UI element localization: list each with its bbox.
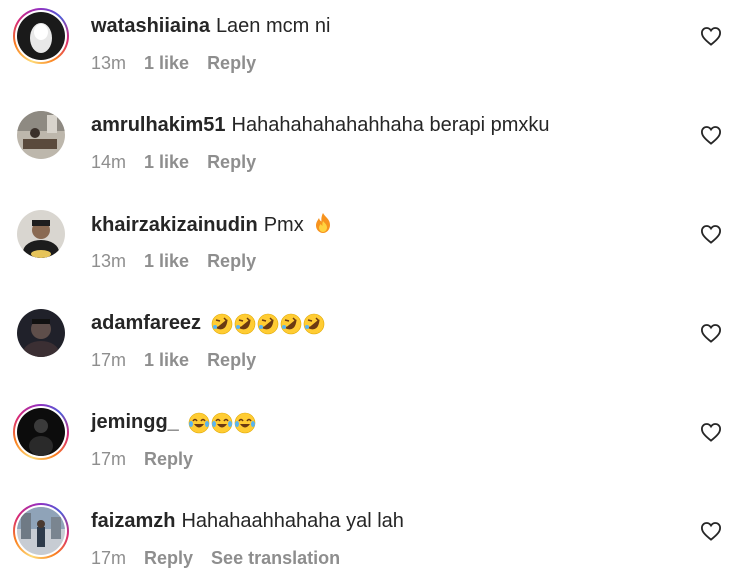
- comment-time: 17m: [91, 350, 127, 370]
- reply-button[interactable]: Reply: [207, 251, 256, 271]
- rofl-emoji-icon: [211, 313, 232, 335]
- comment-item: khairzakizainudin Pmx 13m 1 like Reply: [0, 198, 732, 297]
- heart-icon[interactable]: [700, 521, 722, 541]
- comment-username[interactable]: faizamzh: [91, 510, 175, 532]
- rofl-emoji-group: [211, 313, 325, 335]
- fire-emoji-icon: [316, 213, 331, 233]
- comment-meta: 13m 1 like Reply: [91, 250, 274, 272]
- avatar-story-ring[interactable]: [13, 503, 69, 559]
- see-translation-link[interactable]: See translation: [211, 548, 340, 568]
- comment-username[interactable]: amrulhakim51: [91, 114, 226, 136]
- rofl-emoji-icon: [303, 313, 324, 335]
- avatar-story-ring[interactable]: [13, 8, 69, 64]
- comment-time: 13m: [91, 251, 127, 271]
- heart-icon[interactable]: [700, 422, 722, 442]
- likes-count[interactable]: 1 like: [144, 350, 189, 370]
- comment-item: adamfareez 17m 1 like Reply: [0, 297, 732, 396]
- joy-emoji-group: [188, 412, 256, 434]
- heart-icon[interactable]: [700, 125, 722, 145]
- comment-text-line: adamfareez: [91, 311, 325, 335]
- reply-button[interactable]: Reply: [207, 350, 256, 370]
- likes-count[interactable]: 1 like: [144, 152, 189, 172]
- avatar: [17, 12, 65, 60]
- comment-username[interactable]: adamfareez: [91, 312, 201, 334]
- comment-meta: 14m 1 like Reply: [91, 151, 274, 173]
- avatar-story-ring[interactable]: [13, 404, 69, 460]
- comment-text-line: amrulhakim51 Hahahahahahahhaha berapi pmx…: [91, 113, 550, 137]
- joy-emoji-icon: [235, 412, 256, 434]
- comment-body: Hahahahahahahhaha berapi pmxku: [231, 114, 550, 136]
- likes-count[interactable]: 1 like: [144, 251, 189, 271]
- rofl-emoji-icon: [257, 313, 278, 335]
- comment-body: Pmx: [263, 214, 304, 236]
- comment-body: Laen mcm ni: [215, 15, 331, 37]
- comment-time: 17m: [91, 449, 127, 469]
- comment-username[interactable]: jemingg_: [91, 411, 179, 433]
- comment-item: watashiiaina Laen mcm ni 13m 1 like Reply: [0, 0, 732, 99]
- heart-icon[interactable]: [700, 26, 722, 46]
- joy-emoji-icon: [212, 412, 233, 434]
- comment-meta: 17m Reply: [91, 448, 211, 470]
- reply-button[interactable]: Reply: [207, 152, 256, 172]
- comment-time: 17m: [91, 548, 127, 568]
- joy-emoji-icon: [189, 412, 210, 434]
- comment-username[interactable]: khairzakizainudin: [91, 214, 258, 236]
- heart-icon[interactable]: [700, 323, 722, 343]
- comment-item: faizamzh Hahahaahhahaha yal lah 17m Reply S…: [0, 495, 732, 574]
- avatar: [17, 408, 65, 456]
- heart-icon[interactable]: [700, 224, 722, 244]
- comment-meta: 17m 1 like Reply: [91, 349, 274, 371]
- reply-button[interactable]: Reply: [144, 449, 193, 469]
- comment-text-line: jemingg_: [91, 410, 256, 434]
- comment-time: 13m: [91, 53, 127, 73]
- comment-meta: 13m 1 like Reply: [91, 52, 274, 74]
- comment-text-line: watashiiaina Laen mcm ni: [91, 14, 330, 38]
- avatar: [17, 111, 65, 159]
- avatar-container[interactable]: [13, 305, 69, 361]
- avatar: [17, 309, 65, 357]
- comment-username[interactable]: watashiiaina: [91, 15, 210, 37]
- comment-item: jemingg_ 17m Reply: [0, 396, 732, 495]
- comment-time: 14m: [91, 152, 127, 172]
- avatar: [17, 210, 65, 258]
- avatar: [17, 507, 65, 555]
- comment-text-line: khairzakizainudin Pmx: [91, 212, 334, 237]
- reply-button[interactable]: Reply: [144, 548, 193, 568]
- rofl-emoji-icon: [234, 313, 255, 335]
- comment-body: Hahahaahhahaha yal lah: [181, 510, 404, 532]
- comment-meta: 17m Reply See translation: [91, 547, 358, 569]
- reply-button[interactable]: Reply: [207, 53, 256, 73]
- comment-text-line: faizamzh Hahahaahhahaha yal lah: [91, 509, 404, 533]
- comment-item: amrulhakim51 Hahahahahahahhaha berapi pmx…: [0, 99, 732, 198]
- avatar-container[interactable]: [13, 107, 69, 163]
- avatar-container[interactable]: [13, 206, 69, 262]
- rofl-emoji-icon: [280, 313, 301, 335]
- likes-count[interactable]: 1 like: [144, 53, 189, 73]
